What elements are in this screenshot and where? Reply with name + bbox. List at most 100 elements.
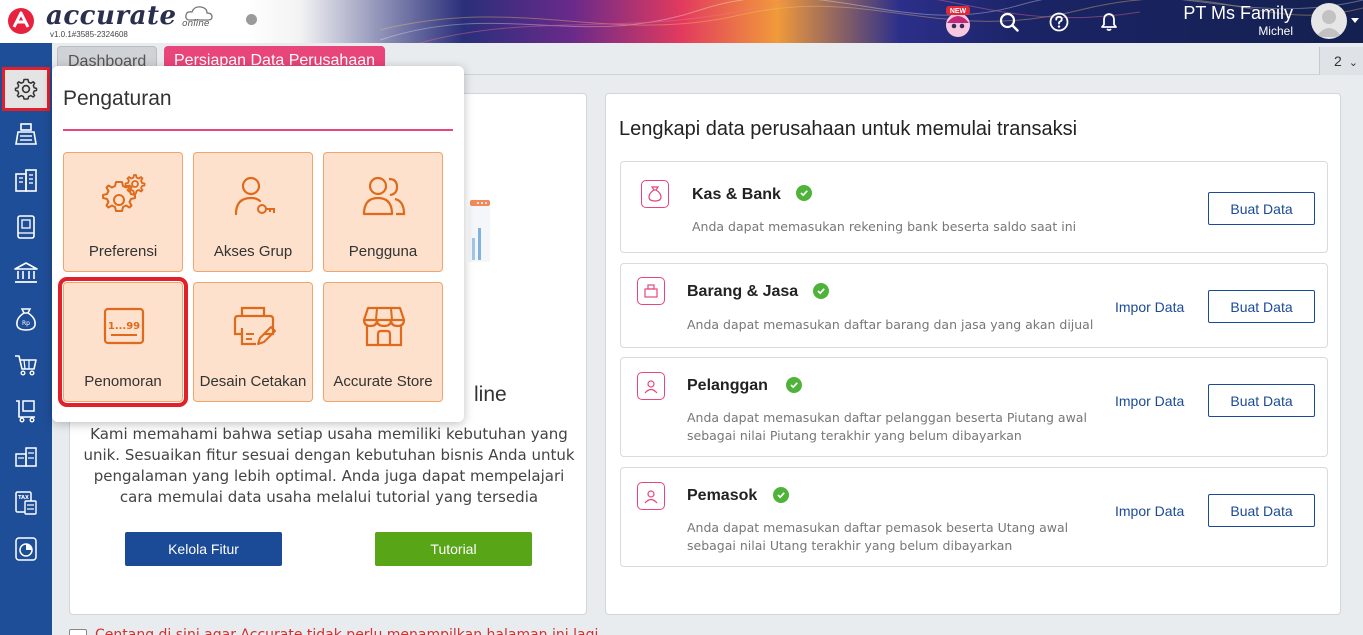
setup-title: Lengkapi data perusahaan untuk memulai t… [619, 118, 1078, 140]
money-bag-icon: Rp [16, 308, 36, 331]
accurate-logo-icon [8, 8, 34, 34]
gear-icon [14, 78, 38, 100]
sidebar-item-pos[interactable] [0, 113, 52, 157]
popup-divider [63, 129, 453, 131]
tile-label: Akses Grup [213, 243, 293, 260]
report-chart-icon [15, 537, 37, 561]
user-name: Michel [1258, 24, 1293, 38]
card-title: Barang & Jasa [687, 283, 799, 300]
sidebar-item-ledger[interactable] [0, 205, 52, 249]
card-title: Kas & Bank [692, 186, 781, 203]
new-badge-label: NEW [950, 8, 967, 15]
buat-data-kas-bank-button[interactable]: Buat Data [1208, 192, 1315, 225]
building-icon [15, 169, 37, 192]
customer-icon [637, 372, 665, 400]
dont-show-checkbox[interactable] [69, 629, 87, 635]
sidebar-item-company[interactable] [0, 159, 52, 203]
tile-label: Pengguna [348, 243, 418, 260]
feature-description: Kami memahami bahwa setiap usaha memilik… [83, 425, 575, 506]
card-pemasok: Pemasok Anda dapat memasukan daftar pema… [620, 467, 1328, 567]
mascot-new-icon: NEW [946, 6, 970, 37]
numbering-icon: 1...99 [99, 301, 149, 351]
dont-show-label: Centang di sini agar Accurate tidak perl… [95, 627, 599, 635]
supplier-icon [637, 482, 665, 510]
tile-desain-cetakan[interactable]: Desain Cetakan [193, 282, 313, 402]
users-icon [359, 171, 409, 221]
buat-data-pemasok-button[interactable]: Buat Data [1208, 494, 1315, 527]
tile-preferensi[interactable]: Preferensi [63, 152, 183, 272]
tile-akses-grup[interactable]: Akses Grup [193, 152, 313, 272]
bell-icon [1101, 13, 1117, 31]
check-icon [773, 487, 789, 503]
card-description: Anda dapat memasukan daftar pemasok bese… [687, 520, 1069, 553]
tile-label: Desain Cetakan [199, 373, 307, 390]
chevron-down-icon[interactable] [1351, 18, 1359, 23]
tile-accurate-store[interactable]: Accurate Store [323, 282, 443, 402]
tab-count-dropdown[interactable]: 2 ⌄ [1319, 47, 1363, 75]
tile-penomoran[interactable]: 1...99 Penomoran [58, 277, 188, 407]
cash-register-icon [15, 123, 37, 145]
numbering-icon-text: 1...99 [108, 321, 140, 332]
svg-text:Rp: Rp [22, 320, 30, 327]
avatar[interactable] [1311, 3, 1347, 39]
sidebar-item-tax[interactable]: TAX [0, 481, 52, 525]
sidebar-item-cash[interactable]: Rp [0, 297, 52, 341]
logo-text: accurate [46, 1, 177, 31]
gears-icon [99, 171, 149, 221]
cash-bank-icon [641, 180, 669, 208]
svg-text:TAX: TAX [18, 495, 29, 501]
buat-data-barang-button[interactable]: Buat Data [1208, 290, 1315, 323]
cart-icon [15, 355, 37, 376]
card-description: Anda dapat memasukan daftar pelanggan be… [687, 410, 1087, 443]
sidebar: Rp TAX [0, 43, 52, 635]
dont-show-again[interactable]: Centang di sini agar Accurate tidak perl… [69, 627, 769, 635]
check-icon [813, 283, 829, 299]
tile-label: Preferensi [88, 243, 158, 260]
search-icon [999, 12, 1019, 32]
card-description: Anda dapat memasukan daftar barang dan j… [687, 317, 1094, 332]
card-description: Anda dapat memasukan rekening bank beser… [692, 219, 1077, 234]
printer-design-icon [229, 301, 279, 351]
panel-heading: line [474, 383, 507, 406]
status-dot [246, 14, 257, 25]
box-cart-icon [16, 400, 35, 423]
new-feature-button[interactable]: NEW [942, 6, 974, 38]
kelola-fitur-button[interactable]: Kelola Fitur [125, 532, 282, 566]
popup-title: Pengaturan [63, 87, 172, 110]
impor-data-barang-link[interactable]: Impor Data [1115, 299, 1184, 315]
store-icon [359, 301, 409, 351]
top-bar: accurate online v1.0.1#3585-2324608 NEW [0, 0, 1363, 43]
sidebar-item-inventory[interactable] [0, 435, 52, 479]
tile-label: Accurate Store [333, 373, 433, 390]
tax-doc-icon: TAX [15, 491, 37, 515]
company-info[interactable]: PT Ms Family Michel [1183, 2, 1293, 38]
chevron-down-icon: ⌄ [1348, 57, 1358, 69]
card-title: Pelanggan [687, 377, 768, 394]
tile-label: Penomoran [84, 373, 162, 390]
sidebar-item-purchase[interactable] [0, 389, 52, 433]
card-pelanggan: Pelanggan Anda dapat memasukan daftar pe… [620, 357, 1328, 457]
buat-data-pelanggan-button[interactable]: Buat Data [1208, 384, 1315, 417]
sidebar-item-reports[interactable] [0, 527, 52, 571]
check-icon [796, 185, 812, 201]
search-button[interactable] [993, 6, 1025, 38]
sidebar-item-settings[interactable] [2, 67, 50, 111]
notification-button[interactable] [1093, 6, 1125, 38]
user-key-icon [229, 171, 279, 221]
help-icon [1049, 12, 1069, 32]
impor-data-pemasok-link[interactable]: Impor Data [1115, 503, 1184, 519]
ledger-book-icon [17, 215, 35, 239]
company-name: PT Ms Family [1183, 3, 1293, 23]
warehouse-icon [15, 447, 37, 467]
accurate-logo[interactable]: accurate online v1.0.1#3585-2324608 [6, 1, 213, 40]
card-barang-jasa: Barang & Jasa Anda dapat memasukan dafta… [620, 263, 1328, 348]
sidebar-item-bank[interactable] [0, 251, 52, 295]
setup-panel: Lengkapi data perusahaan untuk memulai t… [605, 93, 1341, 615]
help-button[interactable] [1043, 6, 1075, 38]
tutorial-button[interactable]: Tutorial [375, 532, 532, 566]
card-kas-bank: Kas & Bank Anda dapat memasukan rekening… [620, 161, 1328, 253]
sidebar-item-sales[interactable] [0, 343, 52, 387]
impor-data-pelanggan-link[interactable]: Impor Data [1115, 393, 1184, 409]
tile-pengguna[interactable]: Pengguna [323, 152, 443, 272]
goods-box-icon [637, 277, 665, 305]
